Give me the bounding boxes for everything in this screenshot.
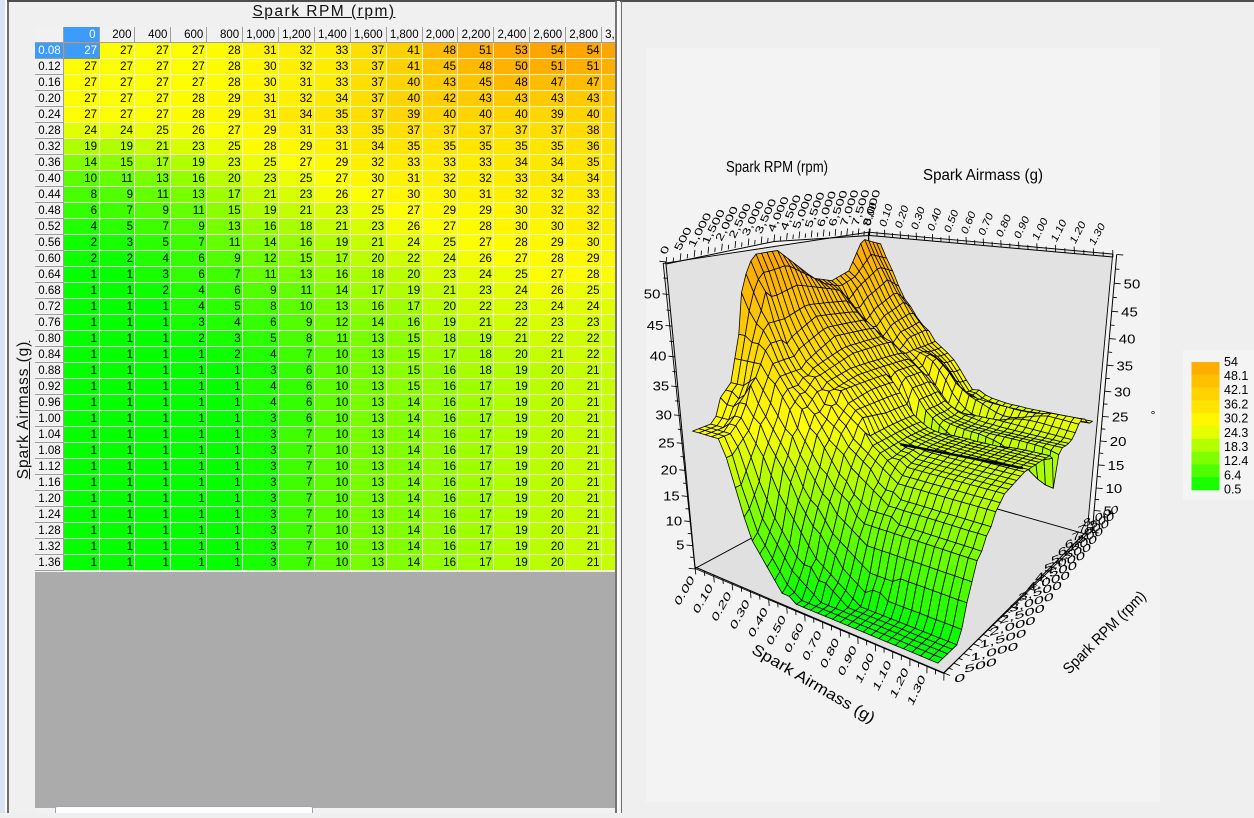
svg-text:48.1: 48.1 [1224,369,1248,383]
svg-text:15: 15 [663,488,680,503]
svg-text:30: 30 [1114,384,1131,399]
svg-text:40: 40 [1119,332,1136,347]
svg-text:5: 5 [676,538,684,553]
svg-text:6.4: 6.4 [1224,468,1241,482]
svg-text:10: 10 [1106,481,1123,496]
svg-text:45: 45 [647,318,664,333]
svg-text:50: 50 [644,286,661,301]
svg-text:35: 35 [653,379,670,394]
svg-text:24.3: 24.3 [1224,426,1248,440]
svg-text:20: 20 [1110,434,1127,449]
svg-text:5: 5 [1104,504,1112,519]
svg-text:25: 25 [658,435,675,450]
svg-text:40: 40 [650,349,667,364]
svg-text:10: 10 [666,513,683,528]
svg-text:25: 25 [1112,410,1129,425]
svg-text:45: 45 [1121,304,1138,319]
svg-text:30: 30 [655,407,672,422]
svg-text:15: 15 [1108,458,1125,473]
svg-text:Spark RPM (rpm): Spark RPM (rpm) [726,159,828,176]
svg-text:50: 50 [1124,276,1141,291]
svg-text:°: ° [1151,408,1156,422]
svg-text:35: 35 [1117,358,1134,373]
svg-text:42.1: 42.1 [1224,383,1248,397]
svg-text:0.5: 0.5 [1224,482,1241,496]
svg-text:20: 20 [661,462,678,477]
svg-text:18.3: 18.3 [1224,440,1248,454]
svg-text:36.2: 36.2 [1224,397,1248,411]
svg-text:Spark Airmass (g): Spark Airmass (g) [923,167,1043,184]
svg-text:30.2: 30.2 [1224,412,1248,426]
svg-text:12.4: 12.4 [1224,454,1248,468]
svg-text:54: 54 [1224,355,1238,369]
